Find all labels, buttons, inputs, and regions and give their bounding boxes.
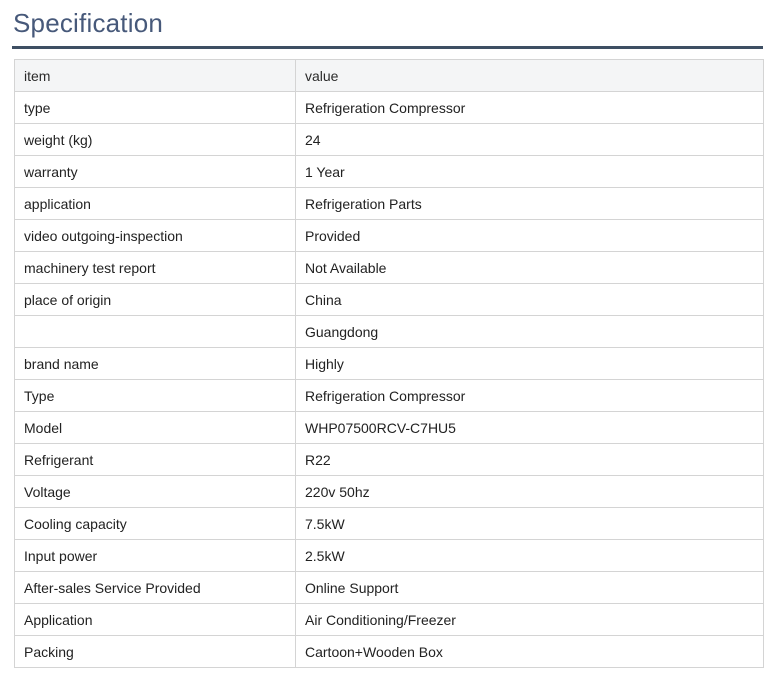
table-row: Input power2.5kW (15, 540, 764, 572)
item-cell: Model (15, 412, 296, 444)
value-cell: 1 Year (296, 156, 764, 188)
item-cell: Type (15, 380, 296, 412)
table-row: weight (kg)24 (15, 124, 764, 156)
value-cell: WHP07500RCV-C7HU5 (296, 412, 764, 444)
table-row: Guangdong (15, 316, 764, 348)
item-cell: Application (15, 604, 296, 636)
item-cell: weight (kg) (15, 124, 296, 156)
page-title: Specification (12, 4, 763, 40)
table-row: ModelWHP07500RCV-C7HU5 (15, 412, 764, 444)
value-cell: Guangdong (296, 316, 764, 348)
value-cell: Air Conditioning/Freezer (296, 604, 764, 636)
value-cell: R22 (296, 444, 764, 476)
table-header-row: item value (15, 60, 764, 92)
item-cell: machinery test report (15, 252, 296, 284)
item-cell: After-sales Service Provided (15, 572, 296, 604)
item-cell: application (15, 188, 296, 220)
item-cell: Packing (15, 636, 296, 668)
table-row: PackingCartoon+Wooden Box (15, 636, 764, 668)
table-row: place of originChina (15, 284, 764, 316)
table-row: typeRefrigeration Compressor (15, 92, 764, 124)
value-cell: Refrigeration Parts (296, 188, 764, 220)
value-cell: Provided (296, 220, 764, 252)
table-body: typeRefrigeration Compressorweight (kg)2… (15, 92, 764, 668)
specification-table: item value typeRefrigeration Compressorw… (14, 59, 764, 668)
item-cell (15, 316, 296, 348)
value-cell: Refrigeration Compressor (296, 380, 764, 412)
value-cell: China (296, 284, 764, 316)
value-cell: Cartoon+Wooden Box (296, 636, 764, 668)
table-row: TypeRefrigeration Compressor (15, 380, 764, 412)
table-row: brand nameHighly (15, 348, 764, 380)
table-row: Cooling capacity7.5kW (15, 508, 764, 540)
table-row: machinery test reportNot Available (15, 252, 764, 284)
table-row: video outgoing-inspectionProvided (15, 220, 764, 252)
item-cell: warranty (15, 156, 296, 188)
specification-section: Specification item value typeRefrigerati… (0, 0, 773, 675)
table-row: Voltage220v 50hz (15, 476, 764, 508)
item-cell: Voltage (15, 476, 296, 508)
item-cell: Input power (15, 540, 296, 572)
column-header-item: item (15, 60, 296, 92)
value-cell: 220v 50hz (296, 476, 764, 508)
column-header-value: value (296, 60, 764, 92)
value-cell: 7.5kW (296, 508, 764, 540)
table-row: RefrigerantR22 (15, 444, 764, 476)
item-cell: Cooling capacity (15, 508, 296, 540)
value-cell: 24 (296, 124, 764, 156)
value-cell: 2.5kW (296, 540, 764, 572)
item-cell: brand name (15, 348, 296, 380)
table-row: After-sales Service ProvidedOnline Suppo… (15, 572, 764, 604)
value-cell: Not Available (296, 252, 764, 284)
item-cell: type (15, 92, 296, 124)
title-divider (12, 46, 763, 49)
value-cell: Online Support (296, 572, 764, 604)
item-cell: video outgoing-inspection (15, 220, 296, 252)
item-cell: Refrigerant (15, 444, 296, 476)
value-cell: Highly (296, 348, 764, 380)
value-cell: Refrigeration Compressor (296, 92, 764, 124)
table-row: warranty1 Year (15, 156, 764, 188)
table-row: ApplicationAir Conditioning/Freezer (15, 604, 764, 636)
table-row: applicationRefrigeration Parts (15, 188, 764, 220)
item-cell: place of origin (15, 284, 296, 316)
